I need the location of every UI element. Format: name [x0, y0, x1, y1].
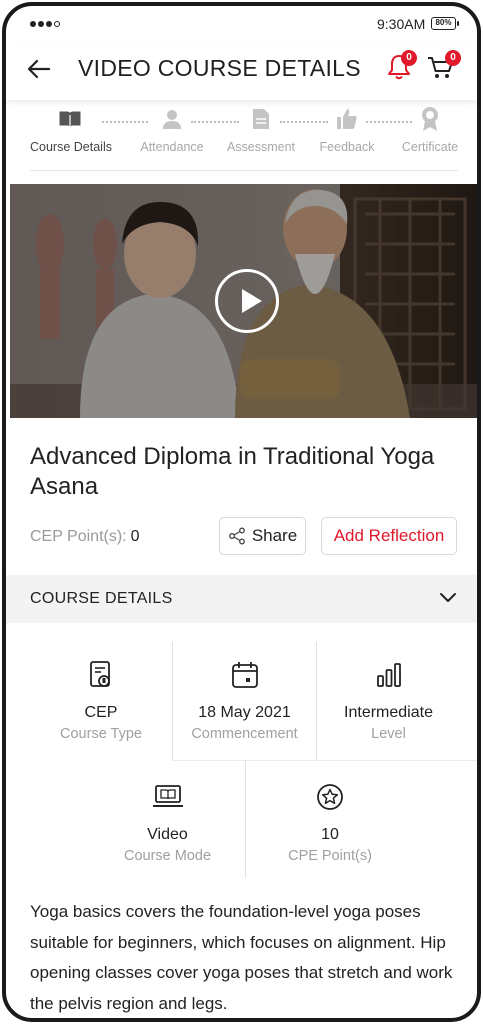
- battery-icon: 80%: [431, 17, 459, 30]
- detail-commencement: 18 May 2021 Commencement: [173, 658, 316, 742]
- cep-value: 0: [130, 528, 140, 545]
- back-arrow-icon[interactable]: [26, 56, 52, 82]
- chevron-down-icon[interactable]: [439, 591, 457, 605]
- book-icon: [59, 111, 81, 128]
- detail-course-type: CEP Course Type: [30, 658, 172, 742]
- course-details-section-header[interactable]: COURSE DETAILS: [6, 575, 477, 623]
- notification-badge: 0: [401, 50, 417, 66]
- step-label: Feedback: [319, 140, 375, 154]
- step-label: Assessment: [226, 140, 296, 154]
- page-title: VIDEO COURSE DETAILS: [78, 55, 361, 81]
- cart-badge: 0: [445, 50, 461, 66]
- laptop-book-icon: [152, 785, 183, 807]
- detail-key: CPE Point(s): [288, 848, 372, 864]
- thumbs-up-icon: [337, 109, 357, 129]
- award-icon: [422, 107, 438, 131]
- stepper-divider: [30, 170, 458, 171]
- person-icon: [163, 110, 181, 129]
- share-button[interactable]: Share: [219, 517, 306, 555]
- course-type-icon: [90, 661, 110, 687]
- document-icon: [253, 109, 269, 129]
- status-bar: 9:30AM 80%: [6, 6, 477, 42]
- detail-value: Intermediate: [344, 704, 433, 721]
- cep-label: CEP Point(s):: [30, 528, 127, 545]
- step-certificate[interactable]: Certificate: [390, 106, 470, 154]
- star-badge-icon: [317, 784, 343, 810]
- detail-course-mode: Video Course Mode: [90, 780, 245, 864]
- section-label: COURSE DETAILS: [30, 590, 173, 607]
- share-label: Share: [251, 526, 298, 545]
- detail-key: Commencement: [191, 726, 298, 742]
- status-time: 9:30AM: [377, 16, 426, 32]
- app-header: VIDEO COURSE DETAILS 0 0: [6, 42, 477, 100]
- add-reflection-button[interactable]: Add Reflection: [321, 517, 457, 555]
- detail-cpe-points: 10 CPE Point(s): [246, 780, 414, 864]
- detail-key: Course Mode: [123, 848, 212, 864]
- detail-value: Video: [147, 826, 188, 843]
- detail-key: Course Type: [60, 726, 142, 742]
- step-label: Course Details: [30, 140, 112, 154]
- detail-value: CEP: [84, 704, 118, 721]
- step-course-details[interactable]: Course Details: [30, 106, 112, 154]
- cep-points: CEP Point(s): 0: [30, 528, 140, 546]
- share-icon: [228, 527, 245, 545]
- calendar-icon: [231, 662, 258, 688]
- detail-key: Level: [371, 726, 406, 742]
- course-description: Yoga basics covers the foundation-level …: [30, 902, 453, 1013]
- step-attendance[interactable]: Attendance: [132, 106, 212, 154]
- notification-button[interactable]: 0: [386, 50, 417, 82]
- detail-value: 10: [321, 826, 339, 843]
- step-feedback[interactable]: Feedback: [307, 106, 387, 154]
- step-assessment[interactable]: Assessment: [221, 106, 301, 154]
- detail-level: Intermediate Level: [317, 658, 460, 742]
- cart-button[interactable]: 0: [426, 50, 461, 82]
- level-bars-icon: [376, 663, 401, 687]
- course-title: Advanced Diploma in Traditional Yoga Asa…: [30, 443, 435, 500]
- detail-value: 18 May 2021: [198, 704, 291, 721]
- signal-icon: [30, 21, 60, 27]
- step-label: Attendance: [140, 140, 204, 154]
- play-button-icon[interactable]: [215, 269, 279, 333]
- phone-frame: 9:30AM 80% VIDEO COURSE DETAILS 0 0 Cour…: [2, 2, 481, 1022]
- step-label: Certificate: [401, 140, 459, 154]
- video-player[interactable]: [10, 184, 477, 418]
- progress-stepper: Course Details Attendance Assessment Fee…: [6, 106, 477, 172]
